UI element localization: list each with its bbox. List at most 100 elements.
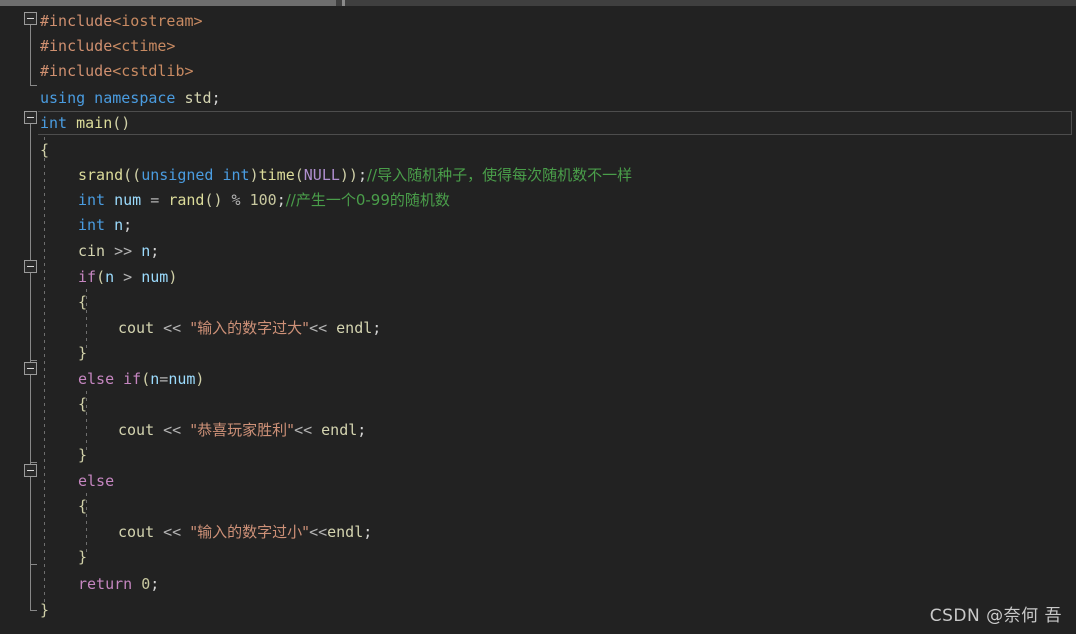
token-operator-insert: << (309, 319, 337, 337)
token-function-main: main (67, 114, 113, 132)
token-brace-close: } (40, 601, 50, 619)
token-preprocessor: #include (40, 62, 113, 80)
code-line-3[interactable]: #include<cstdlib> (0, 59, 1076, 84)
token-semicolon: ; (123, 216, 133, 234)
token-header: <cstdlib> (112, 62, 194, 80)
token-number-100: 100 (249, 191, 277, 209)
token-parens: ) (168, 268, 178, 286)
token-brace-open: { (78, 395, 88, 413)
token-variable-n: n (141, 242, 151, 260)
horizontal-scrollbar-track[interactable] (0, 0, 1076, 6)
token-operator-assign: = (141, 191, 169, 209)
token-semicolon: ; (372, 319, 382, 337)
token-semicolon: ; (211, 89, 221, 107)
token-std-cout: cout (118, 523, 155, 541)
token-operator-insert: << (294, 421, 322, 439)
token-brace-close: } (78, 344, 88, 362)
code-line-14[interactable]: } (0, 341, 1076, 366)
code-line-5[interactable]: int main() (0, 111, 1076, 136)
token-parens: ( (96, 268, 106, 286)
token-keyword-return: return (78, 575, 133, 593)
code-line-22[interactable]: } (0, 545, 1076, 570)
code-line-12[interactable]: { (0, 290, 1076, 315)
token-variable-n: n (105, 216, 124, 234)
token-semicolon: ; (276, 191, 286, 209)
code-surface[interactable]: #include<iostream> #include<ctime> #incl… (0, 7, 1076, 634)
code-editor-window: #include<iostream> #include<ctime> #incl… (0, 0, 1076, 634)
token-keyword-if: if (114, 370, 142, 388)
code-line-16[interactable]: { (0, 392, 1076, 417)
token-keyword-unsigned: unsigned int (141, 166, 250, 184)
code-line-17[interactable]: cout << "恭喜玩家胜利"<< endl; (0, 418, 1076, 443)
code-line-13[interactable]: cout << "输入的数字过大"<< endl; (0, 316, 1076, 341)
code-line-19[interactable]: else (0, 469, 1076, 494)
token-parens: ) (249, 166, 259, 184)
token-variable-num: num (168, 370, 196, 388)
code-line-1[interactable]: #include<iostream> (0, 9, 1076, 34)
token-operator-assign: = (159, 370, 169, 388)
token-keyword-using: using namespace (40, 89, 176, 107)
token-operator-insert: << (154, 523, 191, 541)
code-line-15[interactable]: else if(n=num) (0, 367, 1076, 392)
token-std-endl: endl (327, 523, 364, 541)
code-line-20[interactable]: { (0, 494, 1076, 519)
token-std-cout: cout (118, 421, 155, 439)
code-line-6[interactable]: { (0, 138, 1076, 163)
token-parens: ( (294, 166, 304, 184)
token-variable-n: n (105, 268, 115, 286)
code-line-8[interactable]: int num = rand() % 100;//产生一个0-99的随机数 (0, 188, 1076, 213)
code-line-7[interactable]: srand((unsigned int)time(NULL));//导入随机种子… (0, 163, 1076, 188)
token-parens: (( (123, 166, 142, 184)
token-parens: ( (141, 370, 151, 388)
code-line-2[interactable]: #include<ctime> (0, 34, 1076, 59)
horizontal-scrollbar-thumb[interactable] (0, 0, 336, 6)
token-preprocessor: #include (40, 37, 113, 55)
token-operator-extract: >> (105, 242, 142, 260)
code-line-9[interactable]: int n; (0, 213, 1076, 238)
token-brace-open: { (78, 497, 88, 515)
token-semicolon: ; (363, 523, 373, 541)
token-std-endl: endl (336, 319, 373, 337)
code-line-4[interactable]: using namespace std; (0, 86, 1076, 111)
token-keyword-int: int (78, 216, 106, 234)
token-brace-close: } (78, 446, 88, 464)
token-string-3: "输入的数字过小" (190, 523, 310, 541)
token-parens: () (112, 114, 131, 132)
code-line-10[interactable]: cin >> n; (0, 239, 1076, 264)
token-keyword-int: int (78, 191, 106, 209)
code-line-24[interactable]: } (0, 598, 1076, 623)
token-std-endl: endl (321, 421, 358, 439)
token-brace-open: { (40, 141, 50, 159)
token-number-0: 0 (132, 575, 151, 593)
token-function-srand: srand (78, 166, 124, 184)
horizontal-scrollbar-marker (342, 0, 345, 6)
code-line-21[interactable]: cout << "输入的数字过小"<<endl; (0, 520, 1076, 545)
token-function-time: time (258, 166, 295, 184)
token-semicolon: ; (357, 421, 367, 439)
token-string-2: "恭喜玩家胜利" (190, 421, 295, 439)
token-keyword-else: else (78, 472, 115, 490)
token-keyword-else: else (78, 370, 115, 388)
token-operator-insert: << (154, 319, 191, 337)
token-brace-open: { (78, 293, 88, 311)
token-semicolon: ; (150, 242, 160, 260)
token-variable-num: num (105, 191, 142, 209)
token-operator-insert: << (154, 421, 191, 439)
code-line-11[interactable]: if(n > num) (0, 265, 1076, 290)
token-variable-num: num (141, 268, 169, 286)
token-preprocessor: #include (40, 12, 113, 30)
token-comment-1: //导入随机种子，使得每次随机数不一样 (367, 166, 633, 184)
token-variable-n: n (150, 370, 160, 388)
token-function-rand: rand (168, 191, 205, 209)
token-brace-close: } (78, 548, 88, 566)
token-std: std (175, 89, 212, 107)
code-line-18[interactable]: } (0, 443, 1076, 468)
token-semicolon: ; (357, 166, 367, 184)
watermark: CSDN @奈何 吾 (929, 606, 1062, 626)
token-keyword-int: int (40, 114, 68, 132)
token-operator-modulo: % (222, 191, 250, 209)
code-line-23[interactable]: return 0; (0, 572, 1076, 597)
token-parens: ) (195, 370, 205, 388)
token-std-cout: cout (118, 319, 155, 337)
token-operator-greater: > (114, 268, 142, 286)
